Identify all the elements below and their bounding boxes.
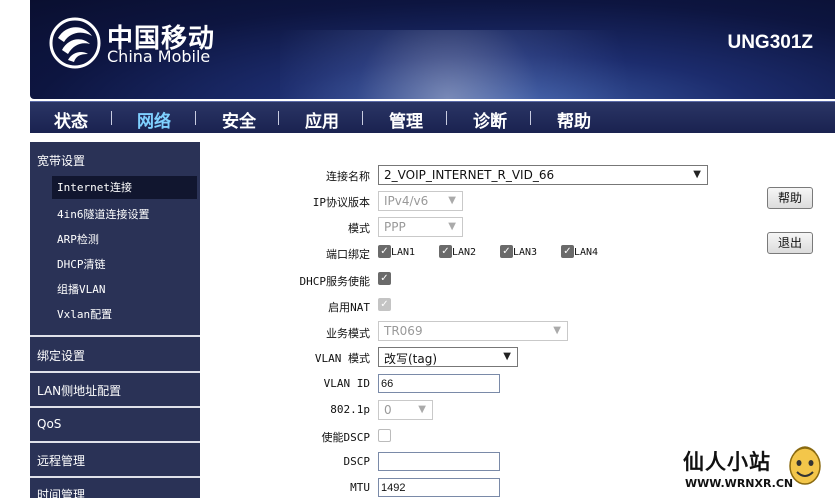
- nav-network[interactable]: 网络: [137, 107, 171, 132]
- nav-separator: [278, 111, 279, 125]
- sidebar-group-lan-address[interactable]: LAN侧地址配置: [37, 382, 121, 399]
- port-binding-label: 端口绑定: [326, 248, 370, 261]
- vlan-mode-select[interactable]: 改写(tag) ▼: [378, 347, 518, 367]
- dscp-enable-label: 使能DSCP: [321, 431, 371, 444]
- sidebar-group-binding[interactable]: 绑定设置: [37, 347, 85, 364]
- mode-value: PPP: [384, 220, 406, 234]
- vlan-id-label: VLAN ID: [323, 377, 370, 390]
- chevron-down-icon: ▼: [418, 404, 426, 415]
- nav-diagnostics[interactable]: 诊断: [473, 107, 507, 132]
- brand-name-en: China Mobile: [107, 47, 211, 66]
- service-mode-value: TR069: [384, 324, 423, 338]
- sidebar-group-broadband[interactable]: 宽带设置: [37, 152, 85, 169]
- sidebar-item-internet-connection[interactable]: Internet连接: [52, 176, 197, 199]
- nav-separator: [111, 111, 112, 125]
- p8021-select[interactable]: 0 ▼: [378, 400, 433, 420]
- mode-select[interactable]: PPP ▼: [378, 217, 463, 237]
- chevron-down-icon: ▼: [448, 221, 456, 232]
- watermark-text: 仙人小站: [683, 450, 771, 474]
- nav-separator: [446, 111, 447, 125]
- sidebar-item-arp-detection[interactable]: ARP检测: [57, 231, 99, 247]
- sidebar-item-multicast-vlan[interactable]: 组播VLAN: [57, 281, 106, 297]
- lan3-label: LAN3: [513, 247, 538, 258]
- vlan-id-input[interactable]: [378, 374, 500, 393]
- lan1-checkbox[interactable]: ✓: [378, 245, 391, 258]
- sidebar-divider: [30, 335, 200, 337]
- chevron-down-icon: ▼: [503, 351, 511, 362]
- smiley-face-icon: [789, 446, 821, 485]
- nav-status[interactable]: 状态: [54, 107, 88, 132]
- router-admin-page: 中国移动 China Mobile UNG301Z 状态 网络 安全 应用 管理…: [0, 0, 835, 498]
- device-model: UNG301Z: [727, 32, 813, 53]
- nav-separator: [530, 111, 531, 125]
- top-navigation: 状态 网络 安全 应用 管理 诊断 帮助: [30, 101, 835, 133]
- conn-name-select[interactable]: 2_VOIP_INTERNET_R_VID_66 ▼: [378, 165, 708, 185]
- ip-version-value: IPv4/v6: [384, 194, 429, 208]
- chevron-down-icon: ▼: [448, 195, 456, 206]
- sidebar-item-dhcp[interactable]: DHCP清链: [57, 256, 106, 272]
- service-mode-select[interactable]: TR069 ▼: [378, 321, 568, 341]
- nav-applications[interactable]: 应用: [305, 107, 339, 132]
- dhcp-label: DHCP服务使能: [299, 275, 371, 288]
- nav-separator: [195, 111, 196, 125]
- nat-checkbox[interactable]: ✓: [378, 298, 391, 311]
- vlan-mode-value: 改写(tag): [384, 352, 438, 366]
- sidebar-divider: [30, 441, 200, 443]
- vlan-mode-label: VLAN 模式: [314, 352, 370, 365]
- china-mobile-logo-icon: [49, 17, 101, 69]
- nav-security[interactable]: 安全: [222, 107, 256, 132]
- logout-button[interactable]: 退出: [767, 232, 813, 254]
- sidebar-group-remote[interactable]: 远程管理: [37, 452, 85, 469]
- lan3-checkbox[interactable]: ✓: [500, 245, 513, 258]
- dhcp-checkbox[interactable]: ✓: [378, 272, 391, 285]
- conn-name-label: 连接名称: [326, 170, 370, 183]
- service-mode-label: 业务模式: [326, 327, 370, 340]
- sidebar-item-4in6-tunnel[interactable]: 4in6隧道连接设置: [57, 206, 150, 222]
- sidebar-divider: [30, 406, 200, 408]
- help-button[interactable]: 帮助: [767, 187, 813, 209]
- dscp-input[interactable]: [378, 452, 500, 471]
- dscp-enable-checkbox[interactable]: [378, 429, 391, 442]
- lan4-checkbox[interactable]: ✓: [561, 245, 574, 258]
- conn-name-value: 2_VOIP_INTERNET_R_VID_66: [384, 168, 555, 182]
- mtu-input[interactable]: [378, 478, 500, 497]
- sidebar-divider: [30, 476, 200, 478]
- sidebar-divider: [30, 371, 200, 373]
- mtu-label: MTU: [350, 481, 370, 494]
- header-banner: 中国移动 China Mobile UNG301Z: [30, 0, 835, 99]
- ip-version-select[interactable]: IPv4/v6 ▼: [378, 191, 463, 211]
- chevron-down-icon: ▼: [693, 169, 701, 180]
- sidebar: 宽带设置 Internet连接 4in6隧道连接设置 ARP检测 DHCP清链 …: [30, 142, 200, 498]
- lan4-label: LAN4: [574, 247, 599, 258]
- ip-version-label: IP协议版本: [312, 196, 370, 209]
- watermark: 仙人小站 WWW.WRNXR.CN: [683, 444, 833, 498]
- mode-label: 模式: [348, 222, 370, 235]
- lan1-label: LAN1: [391, 247, 416, 258]
- sidebar-group-qos[interactable]: QoS: [37, 417, 61, 431]
- watermark-url: WWW.WRNXR.CN: [685, 477, 794, 490]
- nav-management[interactable]: 管理: [389, 107, 423, 132]
- p8021-value: 0: [384, 403, 392, 417]
- sidebar-group-time[interactable]: 时间管理: [37, 486, 85, 498]
- nav-help[interactable]: 帮助: [557, 107, 591, 132]
- sidebar-item-vxlan[interactable]: Vxlan配置: [57, 306, 112, 322]
- lan2-label: LAN2: [452, 247, 477, 258]
- chevron-down-icon: ▼: [553, 325, 561, 336]
- dscp-label: DSCP: [343, 455, 371, 468]
- nav-separator: [362, 111, 363, 125]
- nat-label: 启用NAT: [328, 301, 370, 314]
- banner-night-lights: [280, 30, 700, 99]
- lan2-checkbox[interactable]: ✓: [439, 245, 452, 258]
- p8021-label: 802.1p: [330, 403, 370, 416]
